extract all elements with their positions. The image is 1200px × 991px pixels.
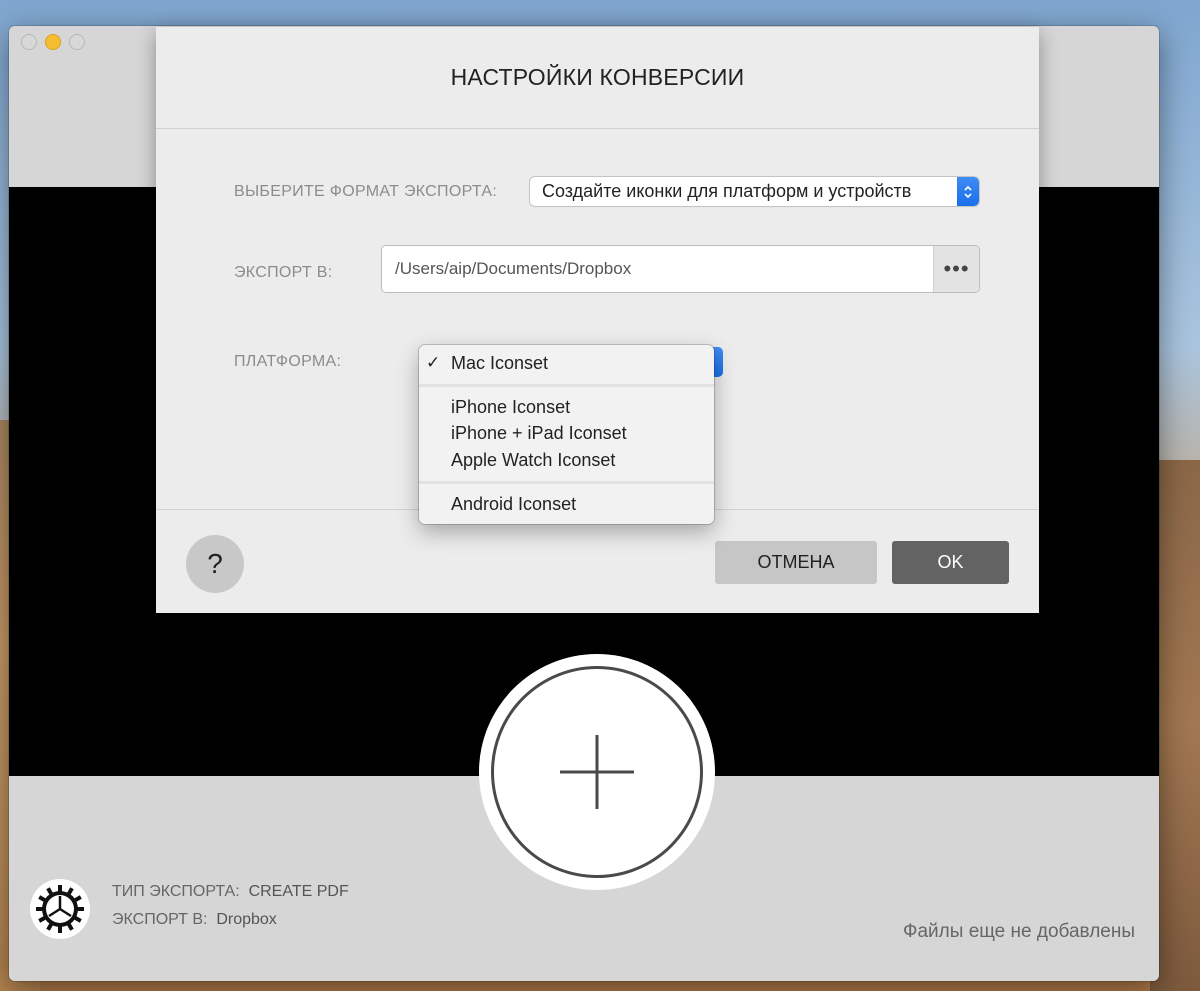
export-path-label: ЭКСПОРТ В: xyxy=(234,264,333,281)
plus-icon xyxy=(560,735,634,809)
menu-item-mac-iconset[interactable]: ✓ Mac Iconset xyxy=(419,350,714,376)
cancel-button[interactable]: ОТМЕНА xyxy=(715,541,877,584)
no-files-status: Файлы еще не добавлены xyxy=(903,921,1135,942)
export-to-value: Dropbox xyxy=(216,911,277,928)
sheet-header: НАСТРОЙКИ КОНВЕРСИИ xyxy=(156,27,1039,129)
format-select[interactable]: Создайте иконки для платформ и устройств xyxy=(530,177,979,206)
menu-separator xyxy=(419,481,714,484)
menu-item-label: Apple Watch Iconset xyxy=(451,450,616,470)
browse-button[interactable]: ••• xyxy=(933,246,979,292)
platform-label: ПЛАТФОРМА: xyxy=(234,353,342,370)
export-type-key: ТИП ЭКСПОРТА: xyxy=(112,883,240,900)
platform-menu: ✓ Mac Iconset iPhone Iconset iPhone + iP… xyxy=(419,345,714,524)
add-files-button[interactable] xyxy=(479,654,715,890)
menu-item-label: Android Iconset xyxy=(451,494,577,514)
export-path-value: /Users/aip/Documents/Dropbox xyxy=(395,259,632,278)
export-type-value: CREATE PDF xyxy=(248,883,349,900)
menu-item-label: Mac Iconset xyxy=(451,353,549,373)
sheet-title: НАСТРОЙКИ КОНВЕРСИИ xyxy=(450,64,745,90)
window-controls xyxy=(21,34,85,50)
conversion-settings-sheet: НАСТРОЙКИ КОНВЕРСИИ ВЫБЕРИТЕ ФОРМАТ ЭКСП… xyxy=(156,27,1039,613)
export-path-field[interactable]: /Users/aip/Documents/Dropbox ••• xyxy=(382,246,979,292)
menu-item-iphone-ipad-iconset[interactable]: iPhone + iPad Iconset xyxy=(419,420,714,446)
checkmark-icon: ✓ xyxy=(426,353,441,372)
menu-item-iphone-iconset[interactable]: iPhone Iconset xyxy=(419,394,714,420)
menu-item-apple-watch-iconset[interactable]: Apple Watch Iconset xyxy=(419,447,714,473)
menu-item-label: iPhone + iPad Iconset xyxy=(451,423,627,443)
export-to-line: ЭКСПОРТ В: Dropbox xyxy=(112,906,349,934)
zoom-button[interactable] xyxy=(69,34,85,50)
format-label: ВЫБЕРИТЕ ФОРМАТ ЭКСПОРТА: xyxy=(234,183,498,200)
close-button[interactable] xyxy=(21,34,37,50)
format-select-value: Создайте иконки для платформ и устройств xyxy=(542,181,912,201)
chevron-updown-icon xyxy=(957,177,979,206)
menu-item-android-iconset[interactable]: Android Iconset xyxy=(419,491,714,517)
menu-separator xyxy=(419,384,714,387)
export-to-key: ЭКСПОРТ В: xyxy=(112,911,208,928)
export-type-line: ТИП ЭКСПОРТА: CREATE PDF xyxy=(112,878,349,906)
settings-button[interactable] xyxy=(30,879,90,939)
menu-item-label: iPhone Iconset xyxy=(451,397,571,417)
gear-icon xyxy=(36,885,84,933)
minimize-button[interactable] xyxy=(45,34,61,50)
help-button[interactable]: ? xyxy=(186,535,244,593)
ok-button[interactable]: OK xyxy=(892,541,1009,584)
export-info: ТИП ЭКСПОРТА: CREATE PDF ЭКСПОРТ В: Drop… xyxy=(112,878,349,934)
add-files-ring xyxy=(491,666,703,878)
